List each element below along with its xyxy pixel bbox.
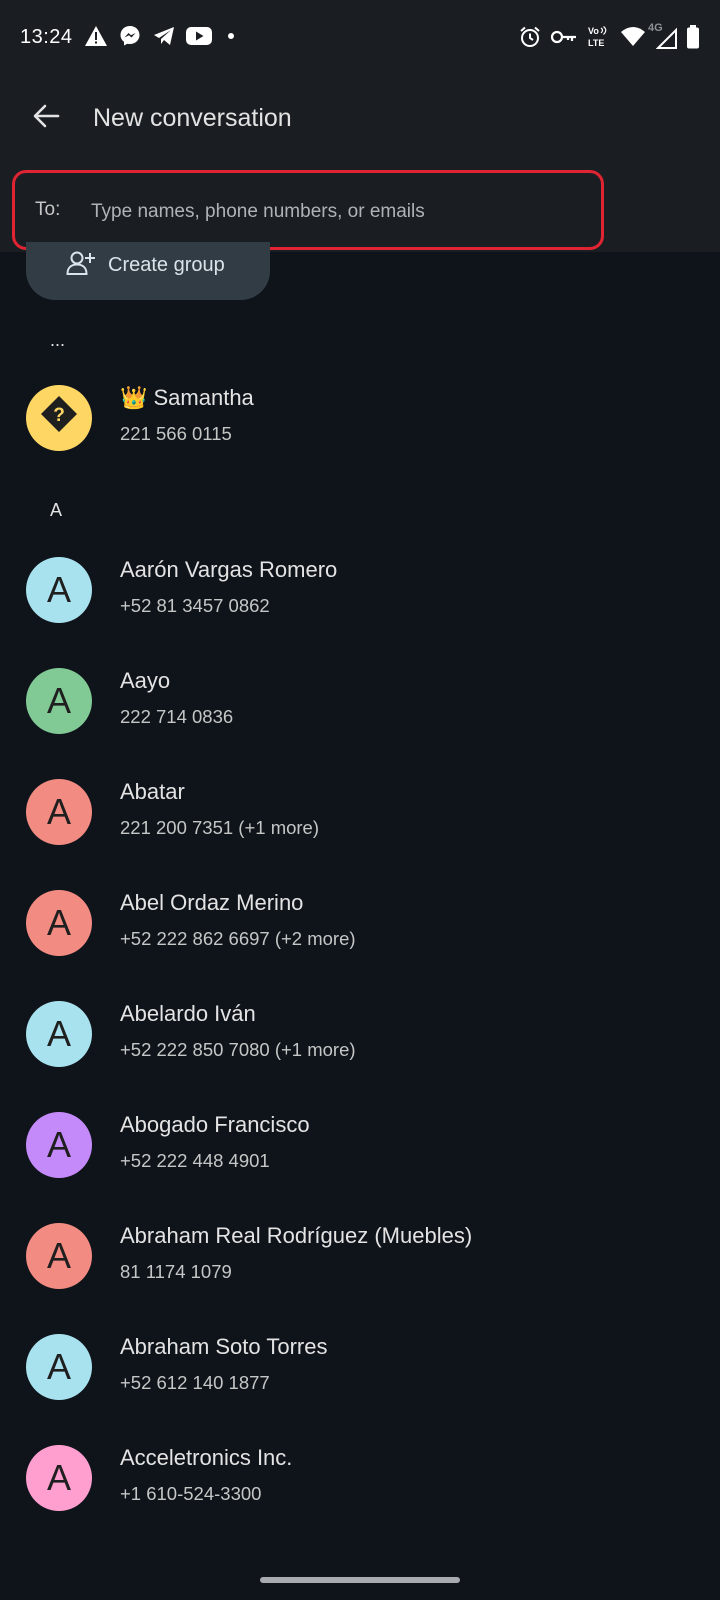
- contact-phone: 81 1174 1079: [120, 1261, 232, 1282]
- volte-icon: Vo LTE: [586, 24, 612, 50]
- contact-phone: 222 714 0836: [120, 706, 234, 727]
- section-header-misc: ...: [50, 330, 66, 350]
- page-title: New conversation: [93, 104, 292, 132]
- contact-name: Abraham Soto Torres: [120, 1334, 328, 1359]
- contact-item[interactable]: A Abel Ordaz Merino +52 222 862 6697 (+2…: [0, 890, 720, 990]
- cellular-icon: 4G: [648, 22, 678, 50]
- status-time: 13:24: [20, 26, 73, 48]
- contact-item[interactable]: A Abatar 221 200 7351 (+1 more): [0, 779, 720, 879]
- svg-text:Vo: Vo: [588, 26, 599, 36]
- avatar: ?: [26, 385, 92, 451]
- avatar: A: [26, 1112, 92, 1178]
- back-button[interactable]: [26, 98, 66, 138]
- avatar: A: [26, 779, 92, 845]
- contact-name: Abelardo Iván: [120, 1001, 256, 1026]
- avatar: A: [26, 557, 92, 623]
- contact-phone: 221 200 7351 (+1 more): [120, 817, 320, 838]
- svg-text:?: ?: [53, 405, 65, 426]
- system-icons: Vo LTE 4G: [518, 22, 700, 50]
- warning-icon: [84, 25, 108, 47]
- avatar: A: [26, 1445, 92, 1511]
- contact-item[interactable]: A Aayo 222 714 0836: [0, 668, 720, 768]
- contact-phone: +52 222 862 6697 (+2 more): [120, 928, 356, 949]
- avatar: A: [26, 1001, 92, 1067]
- gesture-nav-handle[interactable]: [260, 1577, 460, 1583]
- contact-item[interactable]: A Abelardo Iván +52 222 850 7080 (+1 mor…: [0, 1001, 720, 1101]
- contact-phone: 221 566 0115: [120, 423, 232, 444]
- svg-text:LTE: LTE: [588, 38, 604, 48]
- contact-name: 👑 Samantha: [120, 385, 254, 410]
- contact-item[interactable]: ? 👑 Samantha 221 566 0115: [0, 385, 720, 485]
- youtube-icon: [186, 26, 212, 46]
- avatar: A: [26, 668, 92, 734]
- arrow-back-icon: [31, 101, 61, 136]
- create-group-button[interactable]: Create group: [26, 242, 270, 300]
- dot-icon: [222, 31, 240, 41]
- new-conversation-screen: 13:24 Vo LTE 4G New conversation To: Typ…: [0, 0, 720, 1600]
- wifi-icon: [620, 26, 646, 48]
- contact-item[interactable]: A Acceletronics Inc. +1 610-524-3300: [0, 1445, 720, 1545]
- to-label: To:: [35, 199, 61, 220]
- contact-item[interactable]: A Aarón Vargas Romero +52 81 3457 0862: [0, 557, 720, 657]
- messenger-icon: [118, 24, 142, 48]
- recipient-input[interactable]: [89, 191, 593, 233]
- status-bar: 13:24 Vo LTE 4G: [0, 0, 720, 78]
- avatar: A: [26, 890, 92, 956]
- contact-item[interactable]: A Abogado Francisco +52 222 448 4901: [0, 1112, 720, 1212]
- avatar: A: [26, 1223, 92, 1289]
- unknown-contact-icon: ?: [39, 394, 79, 443]
- vpn-key-icon: [550, 28, 578, 46]
- contact-phone: +52 222 448 4901: [120, 1150, 270, 1171]
- recipient-field-container: To:: [12, 170, 604, 250]
- contact-name: Aayo: [120, 668, 171, 693]
- contact-phone: +52 612 140 1877: [120, 1372, 270, 1393]
- notification-icons: [84, 24, 240, 48]
- avatar: A: [26, 1334, 92, 1400]
- contact-item[interactable]: A Abraham Soto Torres +52 612 140 1877: [0, 1334, 720, 1434]
- contact-item[interactable]: A Abraham Real Rodríguez (Muebles) 81 11…: [0, 1223, 720, 1323]
- contact-phone: +52 81 3457 0862: [120, 595, 270, 616]
- section-header-a: A: [50, 500, 63, 520]
- create-group-label: Create group: [108, 254, 225, 276]
- contact-phone: +52 222 850 7080 (+1 more): [120, 1039, 356, 1060]
- top-app-area: 13:24 Vo LTE 4G New conversation To: Typ…: [0, 0, 720, 252]
- contact-phone: +1 610-524-3300: [120, 1483, 262, 1504]
- alarm-icon: [518, 25, 542, 49]
- contact-name: Abraham Real Rodríguez (Muebles): [120, 1223, 473, 1248]
- contact-name: Aarón Vargas Romero: [120, 557, 338, 582]
- contact-name: Abogado Francisco: [120, 1112, 310, 1137]
- telegram-icon: [152, 25, 176, 47]
- group-add-icon: [66, 250, 96, 281]
- contact-name: Acceletronics Inc.: [120, 1445, 293, 1470]
- contact-name: Abel Ordaz Merino: [120, 890, 304, 915]
- battery-icon: [686, 25, 700, 49]
- contact-name: Abatar: [120, 779, 185, 804]
- app-bar: New conversation: [0, 78, 720, 162]
